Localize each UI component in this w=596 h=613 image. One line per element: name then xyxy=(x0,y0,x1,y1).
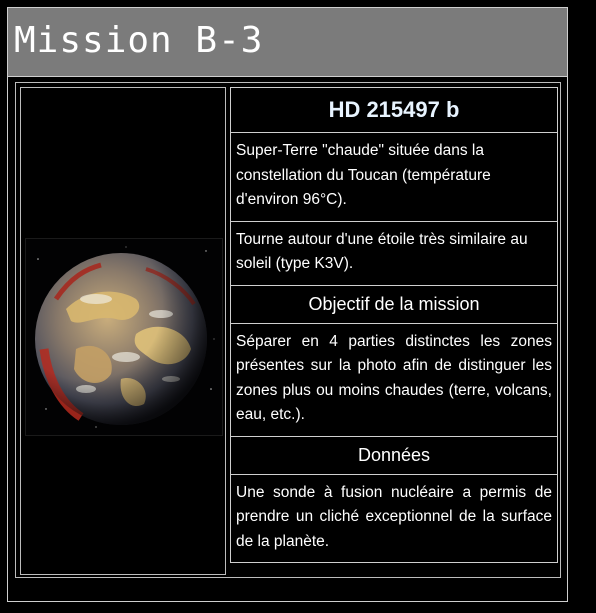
page-title: Mission B-3 xyxy=(14,20,264,61)
planet-image xyxy=(25,238,223,436)
data-text: Une sonde à fusion nucléaire a permis de… xyxy=(230,473,558,563)
planet-description-2: Tourne autour d'une étoile très similair… xyxy=(230,220,558,286)
planet-name: HD 215497 b xyxy=(328,97,460,122)
title-bar: Mission B-3 xyxy=(8,8,567,77)
mission-table: HD 215497 b Super-Terre "chaude" située … xyxy=(15,82,561,578)
data-heading: Données xyxy=(230,435,558,475)
objective-text: Séparer en 4 parties distinctes les zone… xyxy=(230,322,558,437)
planet-description-1: Super-Terre "chaude" située dans la cons… xyxy=(230,132,558,222)
mission-panel: Mission B-3 HD 215497 b Super-Terre "cha… xyxy=(7,7,568,602)
objective-heading: Objectif de la mission xyxy=(230,284,558,324)
image-cell xyxy=(20,87,226,575)
planet-illustration xyxy=(35,246,215,428)
bottom-strip xyxy=(0,604,596,613)
info-column: HD 215497 b Super-Terre "chaude" située … xyxy=(230,87,558,563)
planet-name-cell: HD 215497 b xyxy=(230,87,558,133)
